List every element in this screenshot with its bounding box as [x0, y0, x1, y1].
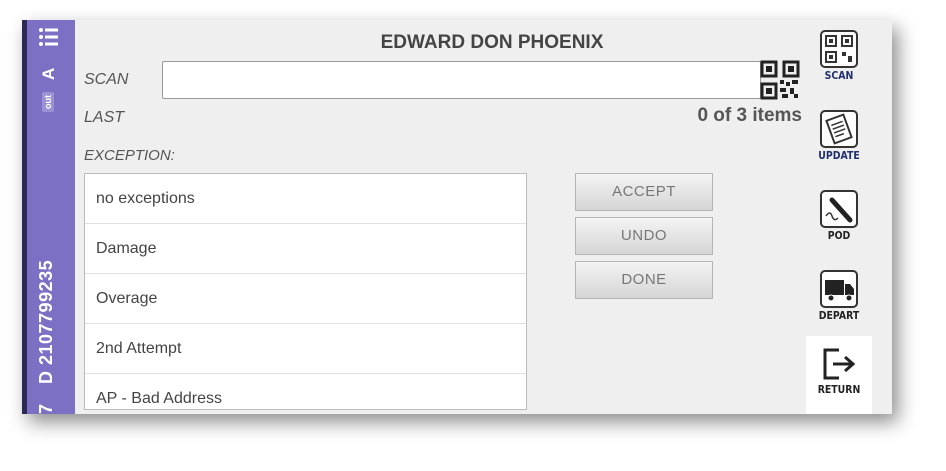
- list-menu-icon[interactable]: [38, 26, 60, 48]
- exception-list[interactable]: no exceptions Damage Overage 2nd Attempt…: [84, 173, 527, 410]
- truck-icon: [820, 270, 858, 308]
- exception-item-overage[interactable]: Overage: [85, 274, 526, 324]
- item-count: 0 of 3 items: [697, 105, 802, 126]
- notepad-icon: [820, 110, 858, 148]
- sidebar-tab-label[interactable]: A: [39, 68, 59, 80]
- exception-label: EXCEPTION:: [84, 147, 175, 164]
- page-title: EDWARD DON PHOENIX: [380, 32, 604, 53]
- last-label: LAST: [84, 109, 125, 126]
- toolbar-return-button[interactable]: RETURN: [806, 336, 872, 414]
- exit-arrow-icon: [823, 348, 856, 380]
- qr-code-icon[interactable]: [760, 60, 800, 100]
- sidebar-stripe: [22, 20, 27, 414]
- tracking-number: D 2107799235: [36, 259, 56, 384]
- tracking-prefix: 7: [36, 403, 56, 414]
- toolbar-pod-label: POD: [827, 229, 851, 242]
- scan-input[interactable]: [162, 61, 761, 99]
- toolbar-scan-button[interactable]: SCAN: [806, 30, 872, 82]
- toolbar-scan-label: SCAN: [824, 69, 854, 82]
- accept-button[interactable]: ACCEPT: [575, 173, 713, 211]
- scan-label: SCAN: [84, 71, 129, 88]
- direction-badge: out: [42, 92, 54, 112]
- toolbar-update-button[interactable]: UPDATE: [806, 110, 872, 162]
- exception-item-none[interactable]: no exceptions: [85, 174, 526, 224]
- left-sidebar: A out D 2107799235 7: [22, 20, 75, 414]
- exception-item-2nd-attempt[interactable]: 2nd Attempt: [85, 324, 526, 374]
- exception-item-bad-address[interactable]: AP - Bad Address: [85, 374, 526, 409]
- qr-scan-icon: [820, 30, 858, 68]
- app-window: A out D 2107799235 7 EDWARD DON PHOENIX …: [22, 20, 892, 414]
- exception-item-damage[interactable]: Damage: [85, 224, 526, 274]
- toolbar-depart-button[interactable]: DEPART: [806, 270, 872, 322]
- toolbar-return-label: RETURN: [817, 383, 861, 396]
- toolbar-update-label: UPDATE: [818, 149, 860, 162]
- toolbar-depart-label: DEPART: [818, 309, 860, 322]
- toolbar-pod-button[interactable]: POD: [806, 190, 872, 242]
- done-button[interactable]: DONE: [575, 261, 713, 299]
- undo-button[interactable]: UNDO: [575, 217, 713, 255]
- signature-pen-icon: [820, 190, 858, 228]
